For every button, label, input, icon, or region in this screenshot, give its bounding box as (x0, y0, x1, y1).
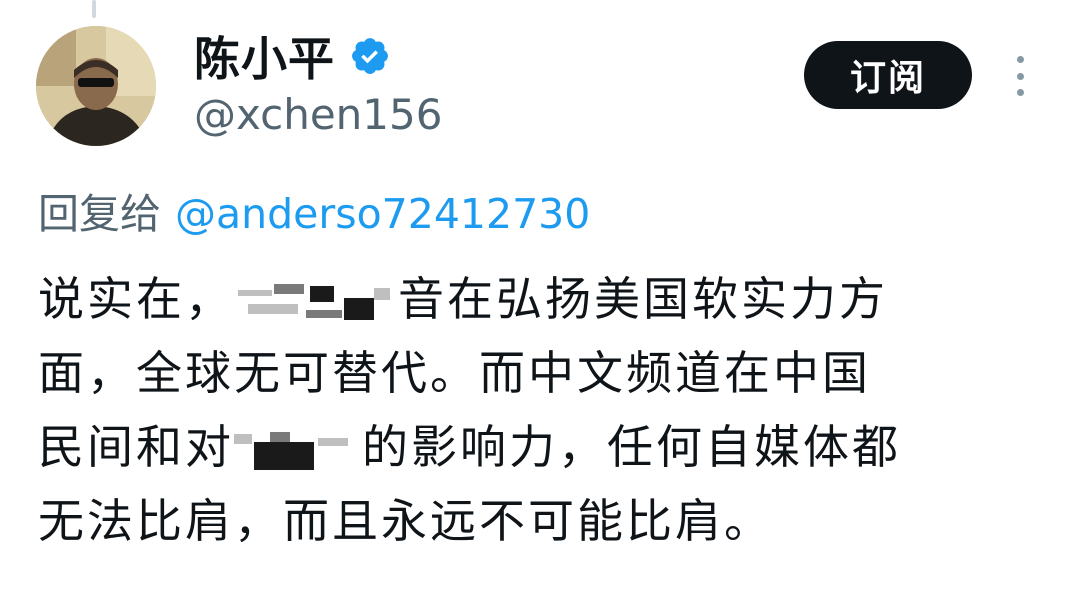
author-display-name[interactable]: 陈小平 (194, 23, 335, 89)
tweet-segment: 的影响力，任何自媒体都 (362, 420, 901, 474)
tweet-line-4: 无法比肩，而且永远不可能比肩。 (38, 494, 773, 548)
top-divider-stub (92, 0, 96, 18)
verified-badge-icon (352, 38, 388, 74)
subscribe-button[interactable]: 订阅 (804, 41, 972, 109)
more-dot (1016, 89, 1024, 96)
author-identity: 陈小平 @xchen156 (194, 24, 442, 139)
avatar-photo (36, 26, 156, 146)
tweet-segment: 说实在， (38, 272, 234, 326)
tweet-line-3: 民间和对 的影响力，任何自媒体都 (38, 410, 1048, 484)
censored-mosaic (234, 280, 394, 326)
tweet-text: 说实在， 音在弘扬美国软实力方 面，全球无可替代。而中文频道在中国 民间和对 的影响… (38, 262, 1048, 558)
tweet-segment: 音在弘扬美国软实力方 (398, 272, 888, 326)
tweet-line-1: 说实在， 音在弘扬美国软实力方 (38, 262, 1048, 336)
name-row: 陈小平 (194, 24, 442, 88)
more-dot (1016, 72, 1024, 80)
reply-mention-link[interactable]: @anderso72412730 (175, 190, 590, 238)
tweet-line-2: 面，全球无可替代。而中文频道在中国 (38, 346, 871, 400)
more-vertical-icon[interactable] (1004, 48, 1036, 104)
censored-mosaic (234, 428, 354, 474)
tweet-segment: 民间和对 (38, 420, 234, 474)
avatar[interactable] (36, 26, 156, 146)
tweet-header: 陈小平 @xchen156 订阅 (36, 24, 1046, 154)
reply-prefix: 回复给 (38, 190, 161, 238)
more-dot (1016, 56, 1024, 63)
author-handle[interactable]: @xchen156 (194, 90, 442, 139)
reply-context: 回复给 @anderso72412730 (38, 180, 590, 240)
